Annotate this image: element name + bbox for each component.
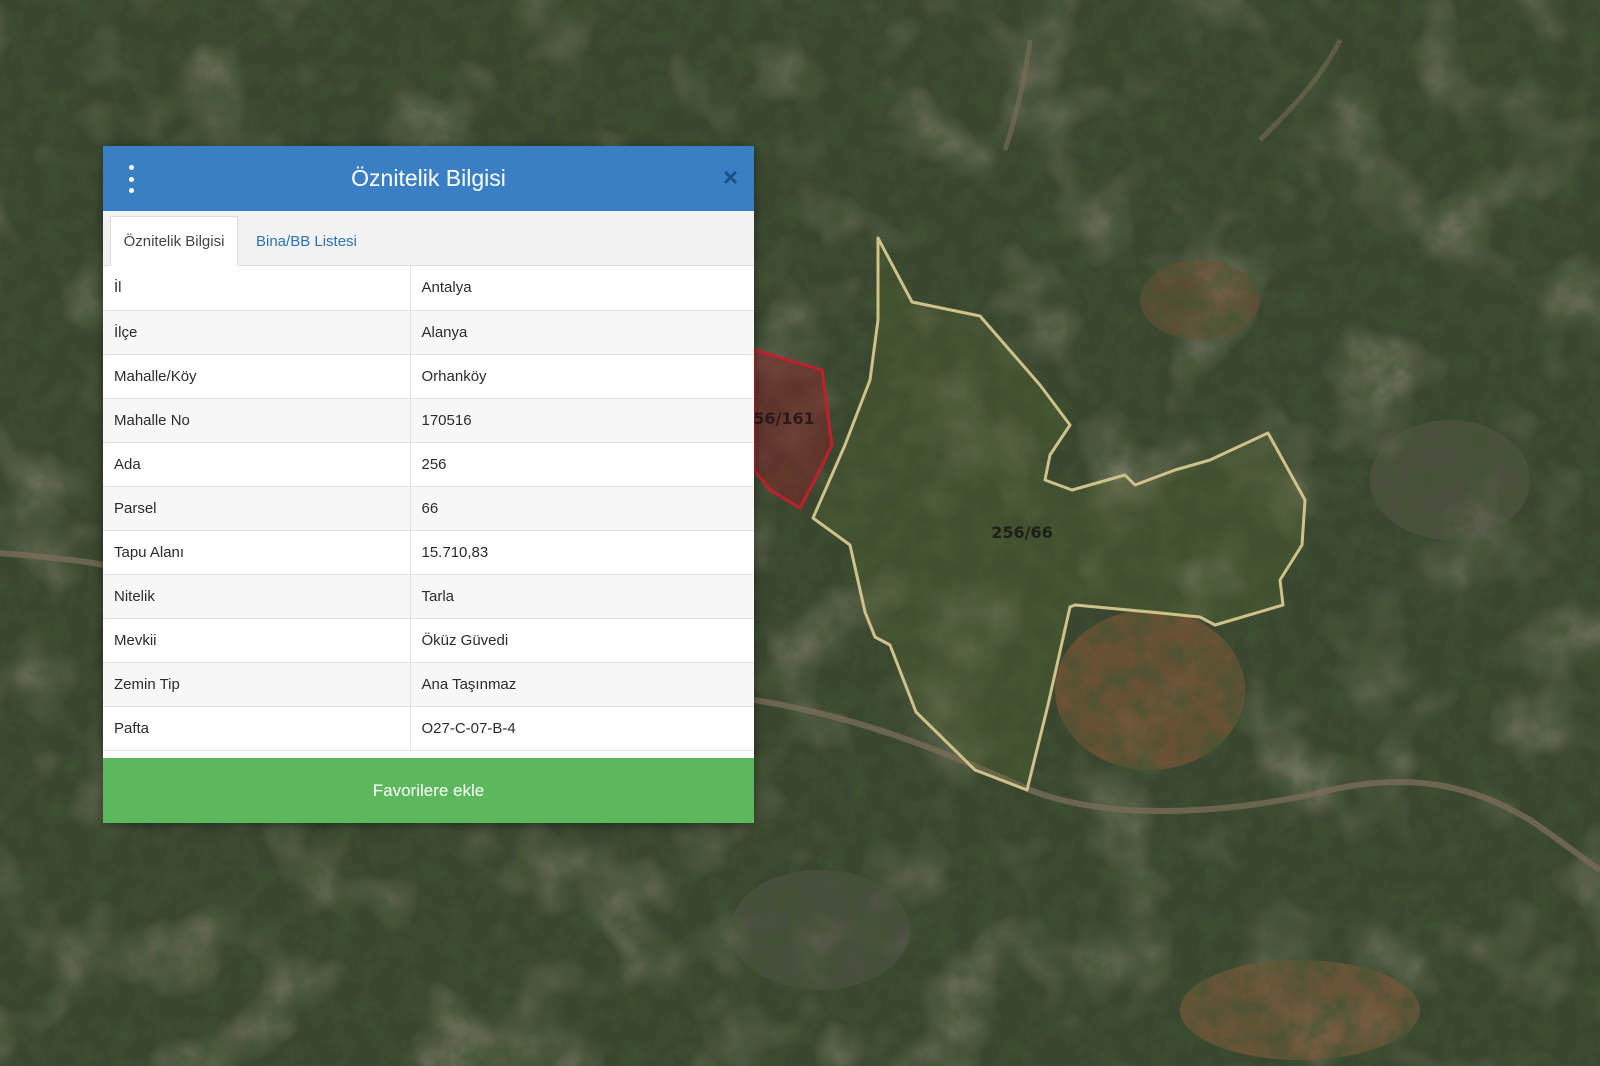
attribute-key: Nitelik <box>103 574 411 619</box>
attribute-value: 15.710,83 <box>410 530 754 575</box>
tab-attribute-info[interactable]: Öznitelik Bilgisi <box>110 216 238 266</box>
attribute-key: Parsel <box>103 486 411 531</box>
table-row: Nitelik Tarla <box>103 574 754 619</box>
attribute-key: Mahalle/Köy <box>103 354 411 399</box>
attribute-key: Mahalle No <box>103 398 411 443</box>
attribute-key: Zemin Tip <box>103 662 411 707</box>
parcel-label-256-66: 256/66 <box>991 523 1053 542</box>
panel-header: Öznitelik Bilgisi × <box>103 146 754 211</box>
attribute-value: Tarla <box>410 574 754 619</box>
panel-title: Öznitelik Bilgisi <box>351 165 506 191</box>
attribute-table: İl Antalya İlçe Alanya Mahalle/Köy Orhanköy Ma… <box>103 266 754 751</box>
attribute-value: 170516 <box>410 398 754 443</box>
attribute-value: 256 <box>410 442 754 487</box>
table-row: Mevkii Öküz Güvedi <box>103 618 754 663</box>
attribute-value: Alanya <box>410 310 754 355</box>
table-row: İlçe Alanya <box>103 310 754 355</box>
attribute-key: Pafta <box>103 706 411 751</box>
parcel-label-56-161: 56/161 <box>753 409 815 428</box>
close-icon[interactable]: × <box>723 163 738 191</box>
tab-bar: Öznitelik Bilgisi Bina/BB Listesi <box>103 211 754 266</box>
attribute-info-panel: Öznitelik Bilgisi × Öznitelik Bilgisi Bi… <box>103 146 754 823</box>
attribute-key: Tapu Alanı <box>103 530 411 575</box>
table-row: Tapu Alanı 15.710,83 <box>103 530 754 575</box>
tab-building-list[interactable]: Bina/BB Listesi <box>246 216 357 266</box>
attribute-value: Ana Taşınmaz <box>410 662 754 707</box>
attribute-value: Öküz Güvedi <box>410 618 754 663</box>
table-row: Zemin Tip Ana Taşınmaz <box>103 662 754 707</box>
attribute-value: 66 <box>410 486 754 531</box>
table-row: Ada 256 <box>103 442 754 487</box>
table-row: Mahalle/Köy Orhanköy <box>103 354 754 399</box>
attribute-key: İl <box>103 266 411 311</box>
table-row: Parsel 66 <box>103 486 754 531</box>
vertical-dots-icon[interactable] <box>124 165 138 193</box>
attribute-value: O27-C-07-B-4 <box>410 706 754 751</box>
attribute-key: Ada <box>103 442 411 487</box>
table-row: İl Antalya <box>103 266 754 311</box>
attribute-value: Orhanköy <box>410 354 754 399</box>
table-row: Mahalle No 170516 <box>103 398 754 443</box>
attribute-value: Antalya <box>410 266 754 311</box>
add-to-favorites-button[interactable]: Favorilere ekle <box>103 758 754 823</box>
table-row: Pafta O27-C-07-B-4 <box>103 706 754 751</box>
attribute-key: İlçe <box>103 310 411 355</box>
attribute-key: Mevkii <box>103 618 411 663</box>
